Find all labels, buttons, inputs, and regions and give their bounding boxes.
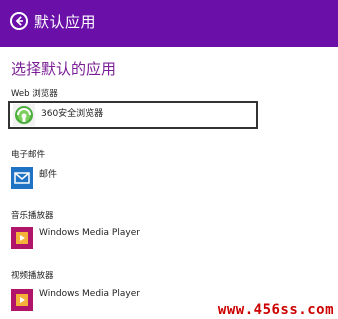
email-app-button[interactable]: 邮件 [8,163,208,189]
windows-media-player-icon [11,289,33,311]
header-bar: 默认应用 [0,0,338,47]
back-button[interactable] [10,12,28,30]
default-apps-page: 默认应用 选择默认的应用 Web 浏览器 360安全浏览器 电子邮件 邮件 音乐… [0,0,338,319]
section-label-web-browser: Web 浏览器 [11,89,58,99]
watermark: www.456ss.com [217,302,334,318]
mail-icon [11,167,33,189]
music-player-app-button[interactable]: Windows Media Player [8,225,208,251]
email-app-name: 邮件 [39,170,58,180]
section-label-email: 电子邮件 [11,150,46,160]
section-label-video-player: 视频播放器 [11,271,54,281]
section-label-music-player: 音乐播放器 [11,211,54,221]
360-browser-icon [13,104,35,126]
page-title: 选择默认的应用 [11,60,117,78]
video-player-app-button[interactable]: Windows Media Player [8,287,208,313]
web-browser-app-button[interactable]: 360安全浏览器 [8,101,258,129]
windows-media-player-icon [11,227,33,249]
header-title: 默认应用 [34,13,97,31]
back-arrow-icon [15,16,23,26]
web-browser-app-name: 360安全浏览器 [41,109,104,119]
video-player-app-name: Windows Media Player [39,289,140,299]
music-player-app-name: Windows Media Player [39,228,140,238]
